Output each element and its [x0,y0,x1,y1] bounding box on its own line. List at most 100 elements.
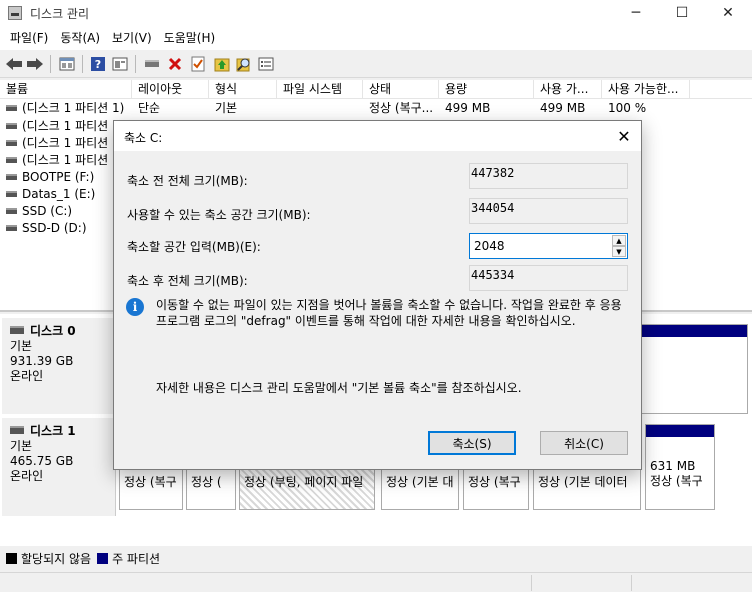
disk-1-label[interactable]: 디스크 1 기본 465.75 GB 온라인 [2,418,116,516]
unallocated-swatch [6,552,17,564]
volume-free: 499 MB [540,101,586,115]
volume-name: SSD-D (D:) [22,221,87,235]
disk-management-app-icon [8,6,22,20]
column-header-type[interactable]: 형식 [209,80,277,99]
delete-icon[interactable] [165,54,185,74]
column-header-volume[interactable]: 볼륨 [0,80,132,99]
volume-name: Datas_1 (E:) [22,187,96,201]
disk-1-partition[interactable]: 정상 (복구 [463,464,529,510]
connect-icon[interactable] [142,54,162,74]
volume-name: SSD (C:) [22,204,73,218]
menu-help[interactable]: 도움말(H) [158,26,222,50]
column-header-status[interactable]: 상태 [363,80,439,99]
status-bar [0,572,752,592]
disk-1-partition[interactable]: 정상 (복구 [119,464,183,510]
info-icon: i [126,298,144,316]
disk-1-partition[interactable]: 정상 (기본 데이터 [533,464,641,510]
menu-file[interactable]: 파일(F) [4,26,54,50]
disk-icon [10,326,24,334]
legend-primary: 주 파티션 [112,551,161,566]
column-header-layout[interactable]: 레이아웃 [132,80,209,99]
shrink-amount-input[interactable] [469,233,628,259]
primary-partition-swatch [97,552,109,564]
console-icon[interactable] [110,54,130,74]
disk-state: 온라인 [10,369,44,383]
column-header-free-space[interactable]: 사용 가... [534,80,602,99]
volume-name: (디스크 1 파티션 [22,119,109,133]
partition-status: 정상 ( [191,475,222,489]
spin-up-icon[interactable]: ▲ [612,235,626,246]
available-space-value: 344054 [469,198,628,224]
disk-size: 931.39 GB [10,354,74,368]
legend-unallocated: 할당되지 않음 [21,551,92,566]
volume-name: (디스크 1 파티션 1) [22,101,125,115]
partition-status: 정상 (기본 대 [386,475,454,489]
close-button[interactable]: ✕ [705,0,751,26]
help-icon[interactable]: ? [88,54,108,74]
minimize-button[interactable]: ─ [613,0,659,26]
total-after-value: 445334 [469,265,628,291]
column-header-filesystem[interactable]: 파일 시스템 [277,80,363,99]
toolbar: ? [0,50,752,78]
menu-action[interactable]: 동작(A) [54,26,106,50]
partition-size: 631 MB [650,459,696,473]
disk-1-partition[interactable]: 정상 ( [186,464,236,510]
partition-status: 정상 (복구 [650,474,703,488]
properties-icon[interactable] [57,54,77,74]
volume-status: 정상 (복구... [369,101,434,115]
partition-status: 정상 (부팅, 페이지 파일 [244,475,364,489]
menu-view[interactable]: 보기(V) [106,26,158,50]
disk-name: 디스크 0 [30,324,76,338]
dialog-title: 축소 C: [124,131,163,145]
disk-state: 온라인 [10,469,44,483]
help-reference-text: 자세한 내용은 디스크 관리 도움말에서 "기본 볼륨 축소"를 참조하십시오. [156,381,522,395]
shrink-button[interactable]: 축소(S) [428,431,516,455]
partition-status: 정상 (복구 [124,475,177,489]
partition-status: 정상 (복구 [468,475,521,489]
partition-status: 정상 (기본 데이터 [538,475,628,489]
total-before-label: 축소 전 전체 크기(MB): [127,174,248,188]
volume-row[interactable]: (디스크 1 파티션 1) 단순 기본 정상 (복구... 499 MB 499… [0,100,752,117]
volume-name: BOOTPE (F:) [22,170,95,184]
total-before-value: 447382 [469,163,628,189]
shrink-amount-label: 축소할 공간 입력(MB)(E): [127,240,261,254]
volume-layout: 단순 [138,101,161,115]
disk-name: 디스크 1 [30,424,76,438]
maximize-button[interactable]: ☐ [659,0,705,26]
disk-1-partition-selected[interactable]: 정상 (부팅, 페이지 파일 [239,464,375,510]
column-header-capacity[interactable]: 용량 [439,80,534,99]
title-bar: 디스크 관리 ─ ☐ ✕ [0,0,752,26]
forward-arrow-icon[interactable] [25,54,45,74]
back-arrow-icon[interactable] [4,54,24,74]
search-icon[interactable] [234,54,254,74]
volume-capacity: 499 MB [445,101,491,115]
disk-icon [10,426,24,434]
column-header-percent-free[interactable]: 사용 가능한... [602,80,690,99]
svg-text:?: ? [95,58,101,71]
disk-0-partition[interactable] [640,324,748,414]
spin-down-icon[interactable]: ▼ [612,246,626,257]
primary-partition-bar [641,325,747,337]
volume-list-header: 볼륨 레이아웃 형식 파일 시스템 상태 용량 사용 가... 사용 가능한..… [0,80,752,99]
dialog-title-bar: 축소 C: ✕ [114,121,641,151]
disk-type: 기본 [10,439,33,453]
up-icon[interactable] [212,54,232,74]
available-space-label: 사용할 수 있는 축소 공간 크기(MB): [127,208,311,222]
disk-1-partition[interactable]: 631 MB 정상 (복구 [645,424,715,510]
dialog-close-icon[interactable]: ✕ [613,125,635,147]
cancel-button[interactable]: 취소(C) [540,431,628,455]
disk-0-label[interactable]: 디스크 0 기본 931.39 GB 온라인 [2,318,116,414]
disk-1-partition[interactable]: 정상 (기본 대 [381,464,459,510]
volume-name: (디스크 1 파티션 [22,153,109,167]
primary-partition-bar [646,425,714,437]
disk-size: 465.75 GB [10,454,74,468]
volume-percent: 100 % [608,101,647,115]
shrink-dialog: 축소 C: ✕ 축소 전 전체 크기(MB): 447382 사용할 수 있는 … [113,120,642,470]
volume-type: 기본 [215,101,238,115]
legend-bar: 할당되지 않음 주 파티션 [0,546,752,570]
list-icon[interactable] [256,54,276,74]
total-after-label: 축소 후 전체 크기(MB): [127,274,248,288]
window-title: 디스크 관리 [30,7,90,21]
volume-name: (디스크 1 파티션 [22,136,109,150]
check-icon[interactable] [188,54,208,74]
